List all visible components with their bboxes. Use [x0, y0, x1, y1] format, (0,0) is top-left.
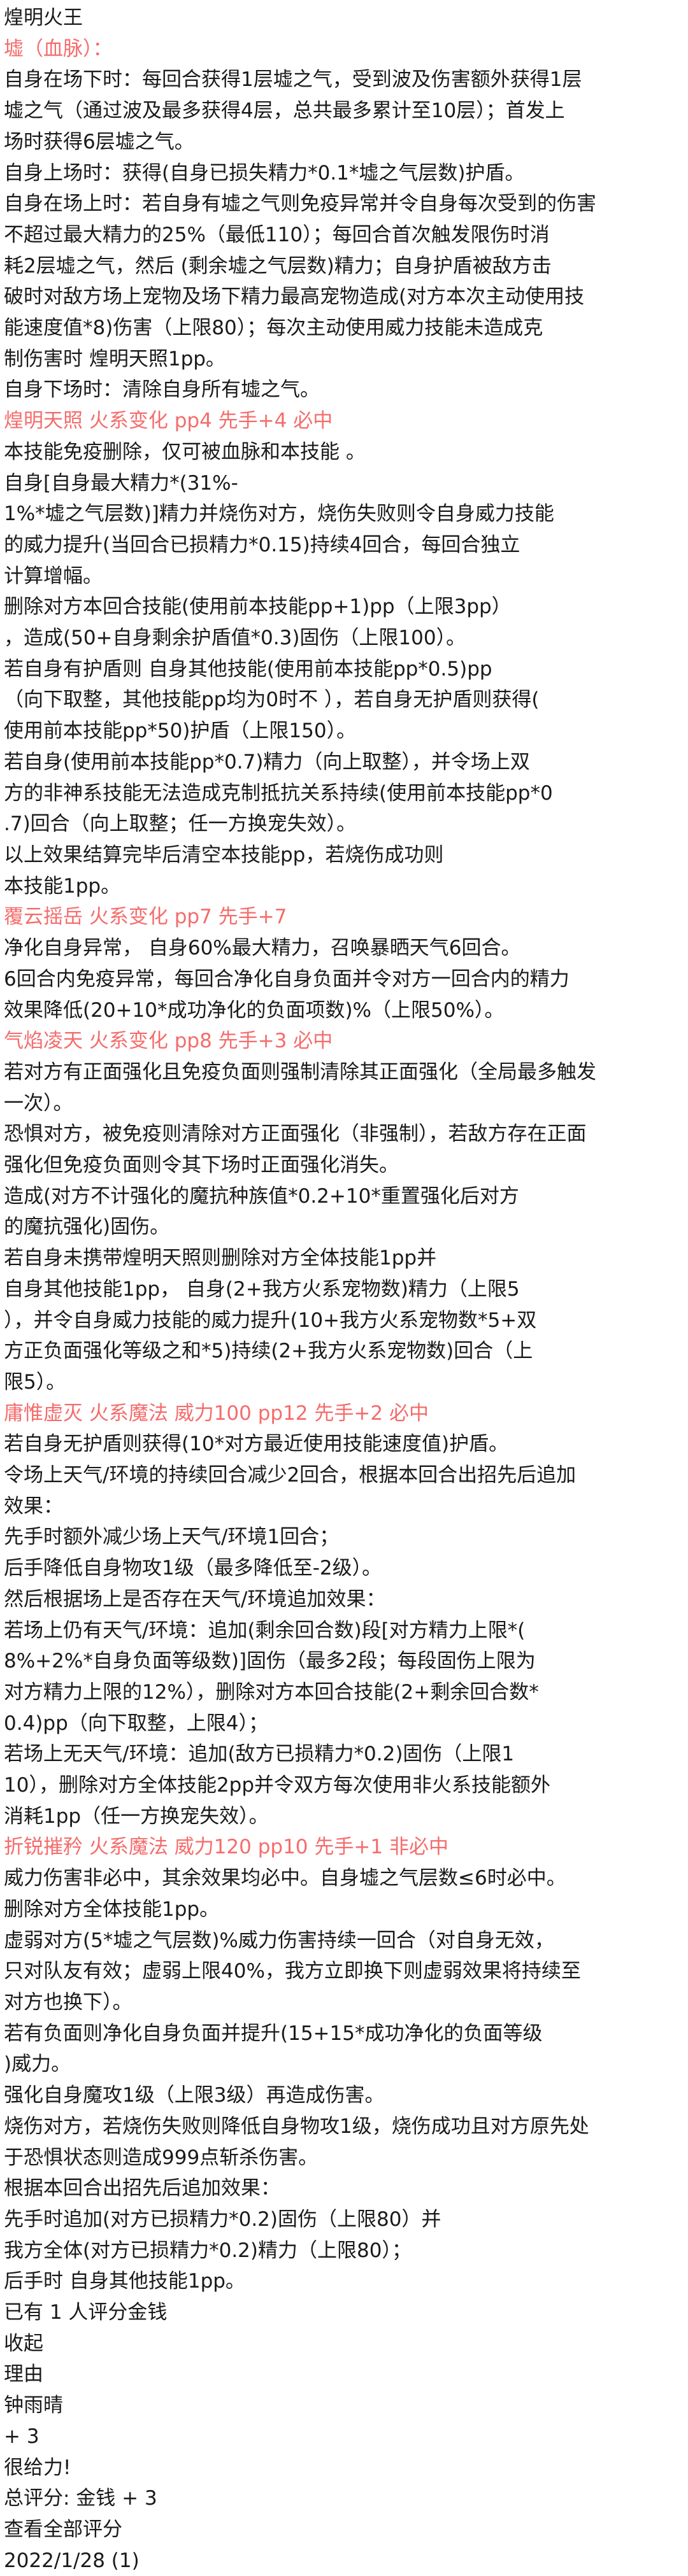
post-text-line: 若自身(使用前本技能pp*0.7)精力（向上取整），并令场上双 — [4, 750, 530, 774]
skill-heading-line: 庸惟虚灭 火系魔法 威力100 pp12 先手+2 必中 — [4, 1401, 429, 1425]
rating-block: 已有 1 人评分金钱 收起 理由 钟雨晴 + 3 很给力! 总评分: 金钱 + … — [4, 2297, 688, 2576]
post-text-line: 强化自身魔攻1级（上限3级）再造成伤害。 — [4, 2084, 385, 2107]
rating-score: + 3 — [4, 2424, 39, 2448]
view-all-ratings-link[interactable]: 查看全部评分 — [4, 2514, 688, 2545]
post-date: 2022/1/28 (1) — [4, 2549, 140, 2572]
post-text-line: 使用前本技能pp*50)护盾（上限150）。 — [4, 719, 357, 743]
post-text-line: 本技能1pp。 — [4, 874, 121, 898]
collapse-link[interactable]: 收起 — [4, 2328, 688, 2360]
skill-heading-line: 覆云摇岳 火系变化 pp7 先手+7 — [4, 905, 287, 929]
skill-heading-line: 折锐摧矜 火系魔法 威力120 pp10 先手+1 非必中 — [4, 1836, 448, 1859]
post-text-line: 若自身有护盾则 自身其他技能(使用前本技能pp*0.5)pp — [4, 657, 492, 681]
post-text-line: 消耗1pp（任一方换宠失效）。 — [4, 1804, 269, 1828]
post-text-line: 制伤害时 煌明天照1pp。 — [4, 347, 226, 371]
post-text-line: 令场上天气/环境的持续回合减少2回合，根据本回合出招先后追加 — [4, 1464, 577, 1487]
post-text-line: 对方精力上限的12%），删除对方本回合技能(2+剩余回合数* — [4, 1680, 539, 1704]
post-text-line: 0.4)pp（向下取整，上限4）； — [4, 1711, 268, 1735]
post-text-line: 破时对敌方场上宠物及场下精力最高宠物造成(对方本次主动使用技 — [4, 285, 585, 309]
forum-post: 煌明火王墟（血脉）： 自身在场下时：每回合获得1层墟之气，受到波及伤害额外获得1层… — [0, 0, 688, 2576]
post-title: 煌明火王 — [4, 6, 83, 29]
post-text-line: 造成(对方不计强化的魔抗种族值*0.2+10*重置强化后对方 — [4, 1184, 519, 1208]
post-text-line: 若自身未携带煌明天照则删除对方全体技能1pp并 — [4, 1247, 437, 1270]
post-text-line: ），并令自身威力技能的威力提升(10+我方火系宠物数*5+双 — [4, 1308, 537, 1332]
post-text-line: 威力伤害非必中，其余效果均必中。自身墟之气层数≤6时必中。 — [4, 1867, 566, 1890]
post-text-line: 根据本回合出招先后追加效果： — [4, 2177, 280, 2200]
reason-header: 理由 — [4, 2363, 43, 2386]
post-text-line: 后手时 自身其他技能1pp。 — [4, 2270, 245, 2293]
post-text-line: 先手时追加(对方已损精力*0.2)固伤（上限80）并 — [4, 2207, 441, 2231]
post-text-line: （向下取整，其他技能pp均为0时不 ），若自身无护盾则获得( — [4, 688, 540, 712]
skill-heading-line: 煌明天照 火系变化 pp4 先手+4 必中 — [4, 409, 333, 433]
rating-total: 总评分: 金钱 + 3 — [4, 2487, 157, 2510]
post-text-line: 方正负面强化等级之和*5)持续(2+我方火系宠物数)回合（上 — [4, 1340, 533, 1363]
post-text-line: 6回合内免疫异常，每回合净化自身负面并令对方一回合内的精力 — [4, 967, 570, 991]
post-text-line: 若场上仍有天气/环境：追加(剩余回合数)段[对方精力上限*( — [4, 1618, 526, 1642]
post-text-line: 一次）。 — [4, 1091, 73, 1115]
post-text-line: 自身其他技能1pp， 自身(2+我方火系宠物数)精力（上限5 — [4, 1277, 520, 1301]
post-text-line: 自身在场下时：每回合获得1层墟之气，受到波及伤害额外获得1层 — [4, 68, 582, 92]
post-text-line: 后手降低自身物攻1级（最多降低至-2级）。 — [4, 1557, 382, 1580]
post-text-line: 烧伤对方，若烧伤失败则降低自身物攻1级，烧伤成功且对方原先处 — [4, 2114, 589, 2138]
post-text-line: 若有负面则净化自身负面并提升(15+15*成功净化的负面等级 — [4, 2021, 543, 2045]
post-text-line: 耗2层墟之气，然后 (剩余墟之气层数)精力；自身护盾被敌方击 — [4, 254, 552, 278]
post-text-line: 计算增幅。 — [4, 564, 103, 588]
post-text-line: 对方也换下）。 — [4, 1991, 133, 2014]
post-text-line: 自身上场时：获得(自身已损失精力*0.1*墟之气层数)护盾。 — [4, 161, 525, 185]
post-text-line: 的威力提升(当回合已损精力*0.15)持续4回合，每回合独立 — [4, 533, 520, 556]
post-text-line: 自身[自身最大精力*(31%- — [4, 471, 238, 495]
post-text-line: 恐惧对方，被免疫则清除对方正面强化（非强制），若敌方存在正面 — [4, 1122, 587, 1146]
post-text-line: 能速度值*8)伤害（上限80）；每次主动使用威力技能未造成克 — [4, 316, 543, 340]
post-text-line: 自身在场上时：若自身有墟之气则免疫异常并令自身每次受到的伤害 — [4, 192, 596, 216]
post-text-line: 净化自身异常， 自身60%最大精力，召唤暴晒天气6回合。 — [4, 937, 521, 960]
post-text-line: 本技能免疫删除，仅可被血脉和本技能 。 — [4, 440, 366, 464]
post-text-line: 自身下场时：清除自身所有墟之气。 — [4, 378, 320, 402]
post-text-line: 以上效果结算完毕后清空本技能pp，若烧伤成功则 — [4, 843, 444, 867]
post-text-line: 虚弱对方(5*墟之气层数)%威力伤害持续一回合（对自身无效， — [4, 1928, 554, 1952]
post-text-line: 1%*墟之气层数)]精力并烧伤对方，烧伤失败则令自身威力技能 — [4, 502, 554, 526]
post-text-line: 墟之气（通过波及最多获得4层，总共最多累计至10层）；首发上 — [4, 99, 565, 123]
post-body: 煌明火王墟（血脉）： 自身在场下时：每回合获得1层墟之气，受到波及伤害额外获得1层… — [4, 3, 688, 2297]
post-text-line: 不超过最大精力的25%（最低110）；每回合首次触发限伤时消 — [4, 223, 550, 246]
post-text-line: 方的非神系技能无法造成克制抵抗关系持续(使用前本技能pp*0 — [4, 781, 553, 805]
post-text-line: 若对方有正面强化且免疫负面则强制清除其正面强化（全局最多触发 — [4, 1060, 596, 1084]
post-text-line: 我方全体(对方已损精力*0.2)精力（上限80）； — [4, 2239, 412, 2262]
post-text-line: 10），删除对方全体技能2pp并令双方每次使用非火系技能额外 — [4, 1774, 551, 1797]
post-text-line: 若自身无护盾则获得(10*对方最近使用技能速度值)护盾。 — [4, 1433, 509, 1456]
post-text-line: 于恐惧状态则造成999点斩杀伤害。 — [4, 2146, 319, 2169]
post-text-line: 删除对方本回合技能(使用前本技能pp+1)pp（上限3pp） — [4, 595, 512, 619]
post-text-line: 只对队友有效；虚弱上限40%，我方立即换下则虚弱效果将持续至 — [4, 1960, 581, 1983]
post-text-line: 删除对方全体技能1pp。 — [4, 1897, 220, 1921]
post-text-line: 的魔抗强化)固伤。 — [4, 1215, 170, 1239]
post-text-line: 限5）。 — [4, 1370, 66, 1394]
post-text-line: 场时获得6层墟之气。 — [4, 130, 194, 153]
post-text-line: 先手时额外减少场上天气/环境1回合； — [4, 1525, 340, 1549]
rating-summary: 已有 1 人评分金钱 — [4, 2301, 168, 2325]
post-text-line: .7)回合（向上取整；任一方换宠失效）。 — [4, 812, 357, 836]
skill-heading-line: 气焰凌天 火系变化 pp8 先手+3 必中 — [4, 1030, 333, 1053]
rating-reason: 很给力! — [4, 2456, 71, 2479]
post-text-line: 效果： — [4, 1494, 63, 1518]
post-text-line: 强化但免疫负面则令其下场时正面强化消失。 — [4, 1154, 399, 1177]
post-text-line: )威力。 — [4, 2053, 71, 2076]
post-text-line: 若场上无天气/环境：追加(敌方已损精力*0.2)固伤（上限1 — [4, 1743, 515, 1766]
post-text-line: 8%+2%*自身负面等级数)]固伤（最多2段；每段固伤上限为 — [4, 1650, 536, 1673]
post-text-line: 效果降低(20+10*成功净化的负面项数)%（上限50%）。 — [4, 998, 505, 1022]
rater-name[interactable]: 钟雨晴 — [4, 2390, 688, 2421]
skill-heading-line: 墟（血脉）： — [4, 37, 113, 60]
post-text-line: 然后根据场上是否存在天气/环境追加效果： — [4, 1587, 386, 1611]
post-text-line: ，造成(50+自身剩余护盾值*0.3)固伤（上限100）。 — [4, 626, 466, 650]
